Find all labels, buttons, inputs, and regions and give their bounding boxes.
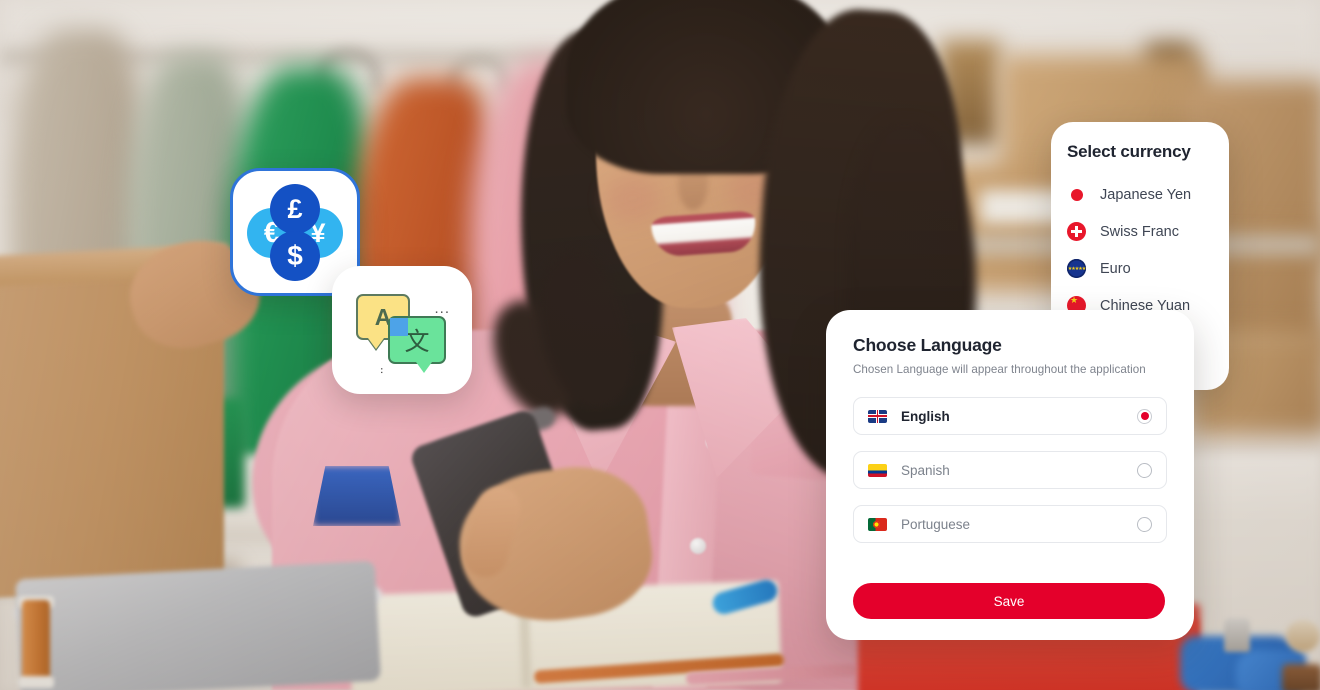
ch-flag-icon: [1067, 222, 1086, 241]
cheek: [606, 176, 660, 222]
eu-flag-icon: [1067, 259, 1086, 278]
spool-cap: [18, 676, 54, 688]
language-label: English: [901, 408, 950, 424]
currency-label: Swiss Franc: [1100, 223, 1179, 240]
currency-option-euro[interactable]: Euro: [1067, 250, 1229, 287]
save-button[interactable]: Save: [853, 583, 1165, 619]
dots-icon-secondary: ..: [378, 366, 393, 374]
language-label: Portuguese: [901, 516, 971, 532]
language-option-english[interactable]: English: [853, 397, 1167, 435]
tape-roll: [1286, 620, 1320, 652]
blue-stand: [313, 466, 401, 526]
currency-option-swiss-franc[interactable]: Swiss Franc: [1067, 213, 1229, 250]
translate-icon-tile[interactable]: A 文 ... ..: [332, 266, 472, 394]
thimble: [1224, 618, 1250, 652]
thread-spool: [22, 600, 50, 682]
pt-flag-icon: [868, 517, 887, 531]
highlight-square-icon: [390, 318, 408, 336]
language-option-portuguese[interactable]: Portuguese: [853, 505, 1167, 543]
radio-spanish[interactable]: [1137, 462, 1152, 478]
language-label: Spanish: [901, 462, 950, 478]
cup: [1282, 664, 1320, 690]
language-card-subtitle: Chosen Language will appear throughout t…: [853, 363, 1146, 376]
jp-flag-icon: [1067, 185, 1086, 204]
translate-bubbles: A 文 ... ..: [356, 292, 450, 374]
radio-portuguese[interactable]: [1137, 516, 1152, 532]
currency-label: Japanese Yen: [1100, 186, 1192, 203]
language-option-spanish[interactable]: Spanish: [853, 451, 1167, 489]
pound-coin-icon: £: [270, 184, 320, 234]
currency-card-title: Select currency: [1067, 142, 1191, 161]
shirt-button: [690, 538, 706, 554]
currency-label: Euro: [1100, 260, 1131, 277]
dots-icon: ...: [434, 300, 450, 317]
co-flag-icon: [868, 463, 887, 477]
dollar-coin-icon: $: [270, 231, 320, 281]
language-option-list: English Spanish Portuguese: [853, 397, 1167, 543]
choose-language-card: Choose Language Chosen Language will app…: [826, 310, 1194, 640]
laptop: [15, 560, 381, 690]
currency-option-japanese-yen[interactable]: Japanese Yen: [1067, 176, 1229, 213]
uk-flag-icon: [868, 409, 887, 423]
coin-cluster: £ € ¥ $: [247, 184, 343, 281]
radio-english[interactable]: [1137, 408, 1152, 424]
language-card-title: Choose Language: [853, 335, 1002, 355]
